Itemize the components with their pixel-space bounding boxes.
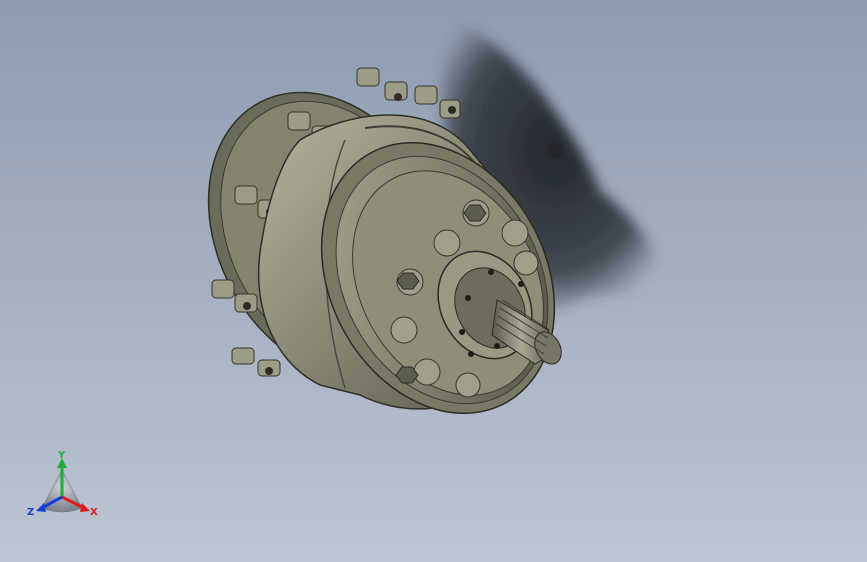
x-axis-arrow bbox=[80, 503, 90, 512]
graphics-viewport[interactable]: Y X Z bbox=[0, 0, 867, 562]
x-axis-label: X bbox=[90, 507, 98, 518]
z-axis-label: Z bbox=[27, 507, 34, 518]
view-orientation-triad[interactable]: Y X Z bbox=[27, 450, 98, 518]
y-axis-label: Y bbox=[57, 450, 66, 461]
model-canvas[interactable]: Y X Z bbox=[0, 0, 867, 562]
